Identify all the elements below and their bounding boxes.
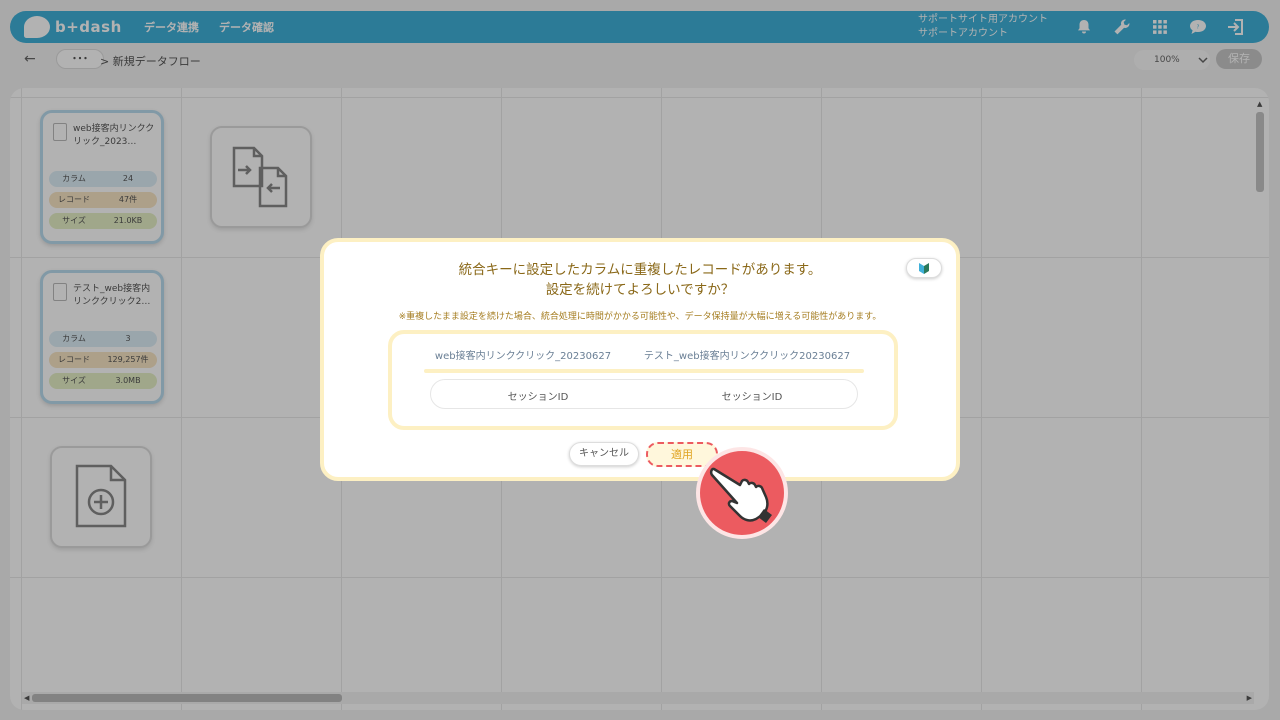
dialog-title-line1: 統合キーに設定したカラムに重複したレコードがあります。 bbox=[458, 262, 822, 278]
left-file-header: web接客内リンククリック_20230627 bbox=[434, 351, 612, 362]
key-row: セッションID セッションID bbox=[430, 379, 858, 409]
beginner-mark-icon bbox=[919, 263, 929, 274]
help-button[interactable] bbox=[906, 258, 942, 278]
header-divider bbox=[424, 369, 864, 373]
dialog-title-line2: 設定を続けてよろしいですか？ bbox=[545, 282, 735, 298]
cancel-button[interactable]: キャンセル bbox=[569, 442, 639, 466]
right-file-header: テスト_web接客内リンククリック20230627 bbox=[643, 351, 851, 362]
duplicate-key-dialog: 統合キーに設定したカラムに重複したレコードがあります。 設定を続けてよろしいです… bbox=[320, 238, 960, 481]
dialog-warning-note: ※重複したまま設定を続けた場合、統合処理に時間がかかる可能性や、データ保持量が大… bbox=[398, 312, 882, 322]
merge-key-table: web接客内リンククリック_20230627 テスト_web接客内リンククリック… bbox=[388, 330, 898, 430]
hand-pointer-icon bbox=[709, 467, 772, 523]
tap-hint-pointer bbox=[696, 447, 788, 539]
left-key-value: セッションID bbox=[507, 392, 569, 403]
right-key-value: セッションID bbox=[721, 392, 783, 403]
dialog-title: 統合キーに設定したカラムに重複したレコードがあります。 設定を続けてよろしいです… bbox=[324, 260, 956, 300]
